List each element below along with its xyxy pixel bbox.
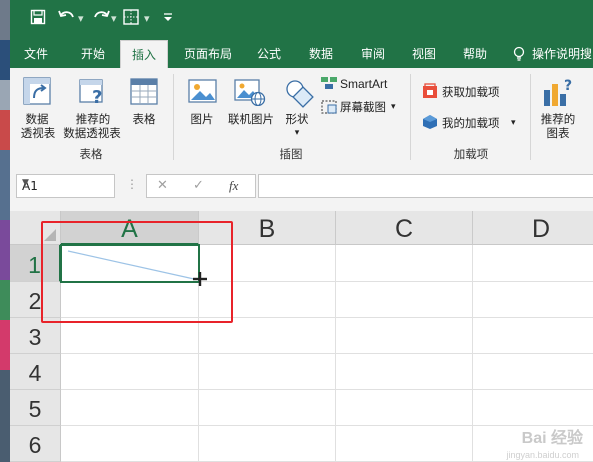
tab-review[interactable]: 审阅 (354, 40, 392, 68)
pictures-icon[interactable] (188, 78, 218, 109)
quick-access-toolbar: ▾ ▾ ▾ (10, 0, 593, 40)
screenshot-dropdown-icon[interactable]: ▾ (391, 100, 396, 114)
online-pictures-icon[interactable] (234, 78, 266, 109)
gridline (61, 389, 593, 390)
insert-function-button[interactable]: fx (229, 178, 238, 194)
group-separator (530, 74, 531, 160)
table-icon[interactable] (130, 76, 158, 109)
online-pictures-label: 联机图片 (228, 112, 274, 126)
my-addins-label[interactable]: 我的加载项 (442, 116, 500, 130)
shapes-icon[interactable] (284, 78, 314, 111)
recommended-pivot-icon[interactable]: ? (78, 76, 108, 109)
formula-bar-grip[interactable]: ⋮ (126, 177, 138, 191)
pivot-table-label2: 透视表 (20, 126, 56, 140)
gridline (61, 425, 593, 426)
group-separator (173, 74, 174, 160)
smartart-icon[interactable] (320, 76, 338, 93)
tab-page-layout[interactable]: 页面布局 (176, 40, 240, 68)
shapes-label: 形状 (285, 112, 309, 126)
highlight-annotation-box (41, 221, 233, 323)
screenshot-label[interactable]: 屏幕截图 (340, 100, 386, 114)
get-addins-icon[interactable] (422, 83, 438, 102)
recommended-charts-label1: 推荐的 (540, 112, 576, 126)
column-header-d[interactable]: D (473, 211, 593, 245)
recommended-charts-icon[interactable]: ? (542, 76, 576, 111)
formula-input[interactable] (258, 174, 593, 198)
name-box-dropdown-icon[interactable]: ▼ (22, 178, 110, 188)
desktop-edge (0, 0, 10, 462)
get-addins-label[interactable]: 获取加载项 (442, 85, 500, 99)
pivot-table-icon[interactable] (22, 76, 52, 109)
save-icon[interactable] (30, 9, 46, 30)
borders-icon[interactable] (123, 9, 139, 30)
my-addins-icon[interactable] (422, 114, 438, 133)
formula-buttons: ✕ ✓ fx (146, 174, 256, 198)
formula-bar: A1 ▼ ⋮ ✕ ✓ fx (10, 165, 593, 211)
tell-me-search[interactable]: 操作说明搜 (532, 40, 593, 68)
excel-window: ▾ ▾ ▾ 文件 开始 插入 页面布局 公式 数据 审阅 视图 帮助 操作说明搜 (10, 0, 593, 462)
pictures-label: 图片 (190, 112, 214, 126)
group-separator (410, 74, 411, 160)
baidu-watermark-url: jingyan.baidu.com (506, 450, 579, 460)
group-addins: 加载项 (453, 147, 489, 161)
tab-file[interactable]: 文件 (15, 40, 57, 68)
ribbon-insert: 数据 透视表 ? 推荐的 数据透视表 表格 表格 图片 联机图片 形状 ▾ Sm… (10, 68, 593, 166)
table-label: 表格 (132, 112, 156, 126)
screenshot-icon[interactable] (320, 99, 338, 118)
my-addins-dropdown-icon[interactable]: ▾ (511, 116, 516, 130)
column-header-c[interactable]: C (336, 211, 473, 245)
gridline (335, 245, 336, 462)
undo-icon[interactable] (58, 9, 76, 30)
tab-view[interactable]: 视图 (405, 40, 443, 68)
enter-button[interactable]: ✓ (193, 178, 204, 193)
worksheet-grid[interactable]: A B C D 1 2 3 4 5 6 Bai 经验 jingyan.baidu… (10, 211, 593, 462)
ribbon-tabs: 文件 开始 插入 页面布局 公式 数据 审阅 视图 帮助 操作说明搜 (10, 40, 593, 70)
shapes-dropdown-icon[interactable]: ▾ (291, 126, 303, 140)
baidu-watermark: Bai 经验 (521, 430, 583, 447)
tab-home[interactable]: 开始 (72, 40, 114, 68)
recommended-pivot-label1: 推荐的 (75, 112, 111, 126)
recommended-pivot-label2: 数据透视表 (63, 126, 121, 140)
borders-dropdown-icon[interactable]: ▾ (144, 12, 150, 25)
group-tables: 表格 (79, 147, 103, 161)
svg-text:?: ? (92, 87, 102, 106)
row-header-3[interactable]: 3 (10, 318, 61, 354)
row-header-4[interactable]: 4 (10, 354, 61, 390)
name-box[interactable]: A1 ▼ (16, 174, 115, 198)
smartart-label[interactable]: SmartArt (340, 77, 387, 91)
recommended-charts-label2: 图表 (546, 126, 570, 140)
customize-qat-icon[interactable] (162, 9, 174, 30)
gridline (472, 245, 473, 462)
lightbulb-icon[interactable] (510, 40, 528, 68)
redo-icon[interactable] (92, 9, 110, 30)
tab-formulas[interactable]: 公式 (250, 40, 288, 68)
group-illustrations: 插图 (279, 147, 303, 161)
redo-dropdown-icon[interactable]: ▾ (111, 12, 117, 25)
undo-dropdown-icon[interactable]: ▾ (78, 12, 84, 25)
tab-data[interactable]: 数据 (302, 40, 340, 68)
svg-text:?: ? (564, 78, 572, 94)
cancel-button[interactable]: ✕ (157, 178, 168, 193)
pivot-table-label1: 数据 (25, 112, 49, 126)
tab-help[interactable]: 帮助 (456, 40, 494, 68)
gridline (61, 353, 593, 354)
row-header-6[interactable]: 6 (10, 426, 61, 462)
row-header-5[interactable]: 5 (10, 390, 61, 426)
tab-insert[interactable]: 插入 (120, 40, 168, 70)
